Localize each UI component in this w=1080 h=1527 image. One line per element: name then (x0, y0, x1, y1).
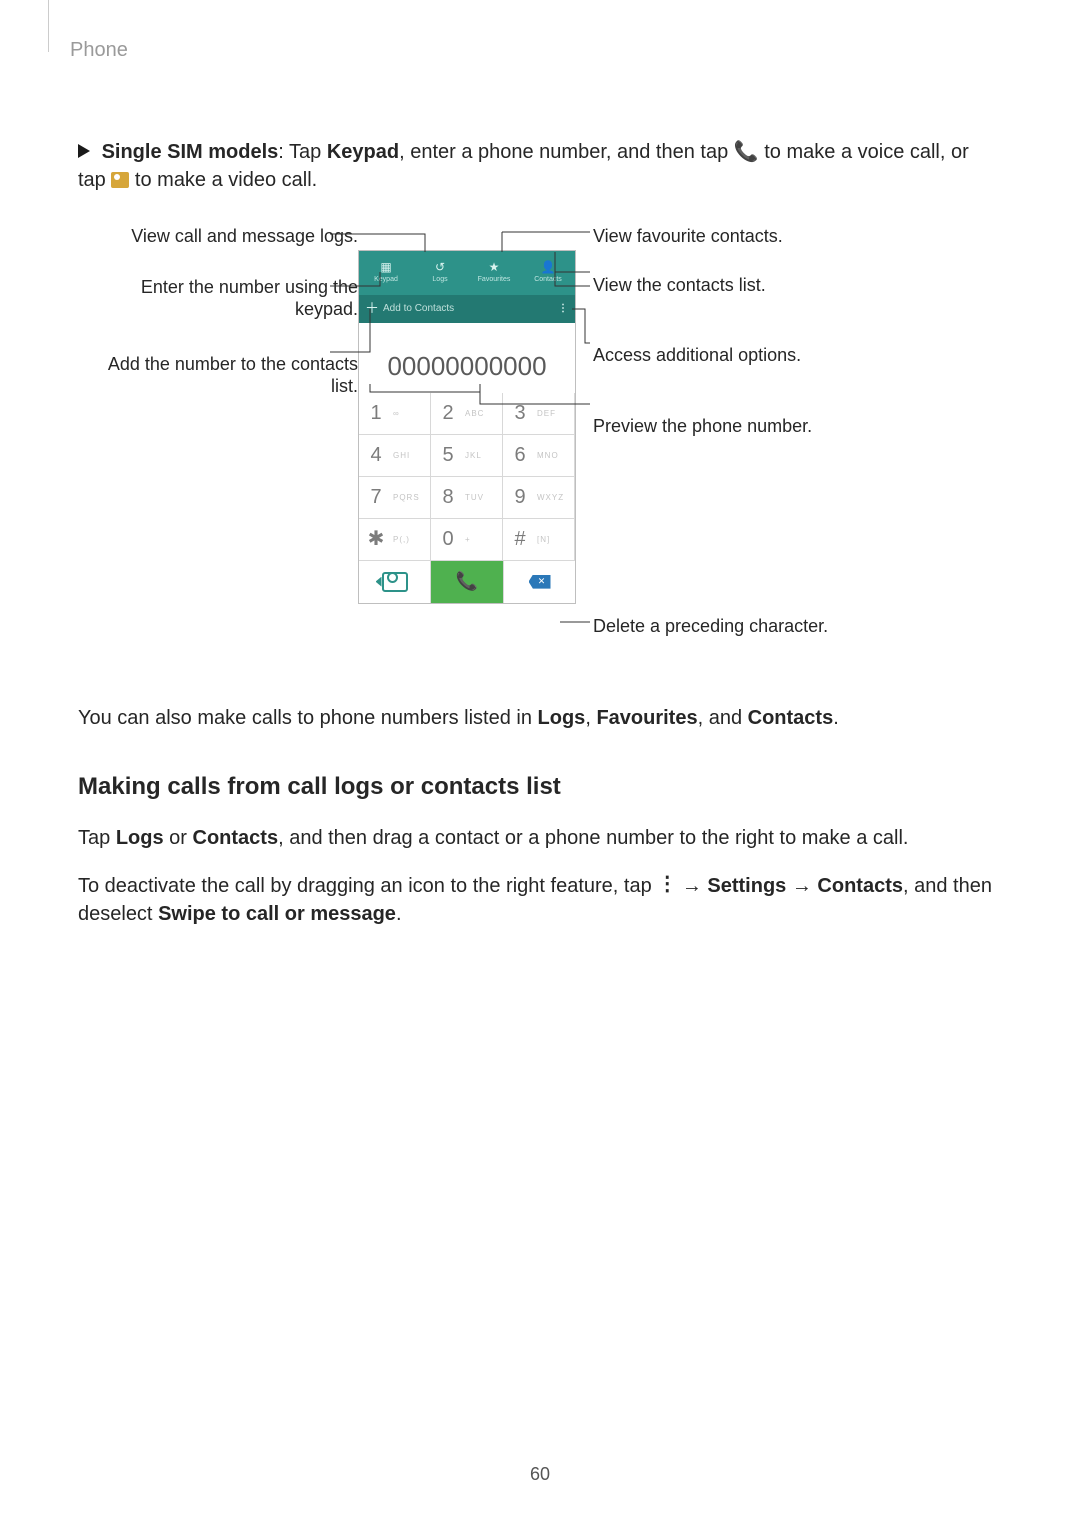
phone-icon: 📞 (456, 569, 478, 594)
intro-bold: Single SIM models (102, 141, 279, 163)
key-0[interactable]: 0+ (431, 519, 503, 561)
callout-add-contact: Add the number to the contacts list. (78, 353, 358, 398)
add-to-contacts-label: Add to Contacts (383, 302, 454, 316)
more-options-icon: ⋮ (657, 870, 676, 898)
key-2[interactable]: 2ABC (431, 393, 503, 435)
star-icon: ★ (489, 261, 500, 273)
callout-options: Access additional options. (593, 344, 913, 367)
key-3[interactable]: 3DEF (503, 393, 575, 435)
add-to-contacts-bar[interactable]: ＋ Add to Contacts ⋮ (359, 295, 575, 323)
keypad-icon: ▦ (380, 261, 391, 273)
key-7[interactable]: 7PQRS (359, 477, 431, 519)
tab-favourites[interactable]: ★ Favourites (467, 251, 521, 295)
key-9[interactable]: 9WXYZ (503, 477, 575, 519)
key-8[interactable]: 8TUV (431, 477, 503, 519)
logs-icon: ↺ (435, 261, 445, 273)
phone-mock: ▦ Keypad ↺ Logs ★ Favourites 👤 Contacts … (358, 250, 576, 604)
backspace-icon: ✕ (529, 575, 551, 589)
callout-contacts: View the contacts list. (593, 274, 913, 297)
number-display: 00000000000 (359, 323, 575, 393)
key-hash[interactable]: #[N] (503, 519, 575, 561)
key-star[interactable]: ✱P(,) (359, 519, 431, 561)
video-call-button[interactable] (359, 561, 431, 603)
tab-keypad[interactable]: ▦ Keypad (359, 251, 413, 295)
callout-favourites: View favourite contacts. (593, 225, 913, 248)
section-header: Phone (70, 36, 128, 64)
key-5[interactable]: 5JKL (431, 435, 503, 477)
callout-delete: Delete a preceding character. (593, 615, 913, 638)
page-number: 60 (0, 1462, 1080, 1487)
play-triangle-icon (78, 144, 90, 158)
note-logs-fav-contacts: You can also make calls to phone numbers… (78, 704, 1002, 732)
tab-logs[interactable]: ↺ Logs (413, 251, 467, 295)
callout-preview: Preview the phone number. (593, 415, 913, 438)
video-call-icon (382, 572, 408, 592)
video-call-icon (111, 172, 129, 188)
intro-paragraph: Single SIM models: Tap Keypad, enter a p… (78, 138, 1002, 194)
callout-enter-number: Enter the number using the keypad. (78, 276, 358, 321)
subheading: Making calls from call logs or contacts … (78, 770, 1002, 804)
dial-keypad: 1∞ 2ABC 3DEF 4GHI 5JKL 6MNO 7PQRS 8TUV 9… (359, 393, 575, 561)
paragraph-deactivate: To deactivate the call by dragging an ic… (78, 872, 1002, 928)
page-edge-rule (48, 0, 49, 52)
phone-icon: 📞 (734, 141, 759, 163)
more-options-icon[interactable]: ⋮ (558, 302, 567, 316)
callout-logs: View call and message logs. (78, 225, 358, 248)
person-icon: 👤 (541, 261, 556, 273)
backspace-button[interactable]: ✕ (503, 561, 575, 603)
plus-icon: ＋ (365, 299, 379, 319)
key-6[interactable]: 6MNO (503, 435, 575, 477)
tab-bar: ▦ Keypad ↺ Logs ★ Favourites 👤 Contacts (359, 251, 575, 295)
key-4[interactable]: 4GHI (359, 435, 431, 477)
call-button[interactable]: 📞 (431, 561, 503, 603)
phone-screenshot-diagram: View call and message logs. Enter the nu… (78, 224, 1002, 684)
tab-contacts[interactable]: 👤 Contacts (521, 251, 575, 295)
paragraph-drag-call: Tap Logs or Contacts, and then drag a co… (78, 824, 1002, 852)
key-1[interactable]: 1∞ (359, 393, 431, 435)
